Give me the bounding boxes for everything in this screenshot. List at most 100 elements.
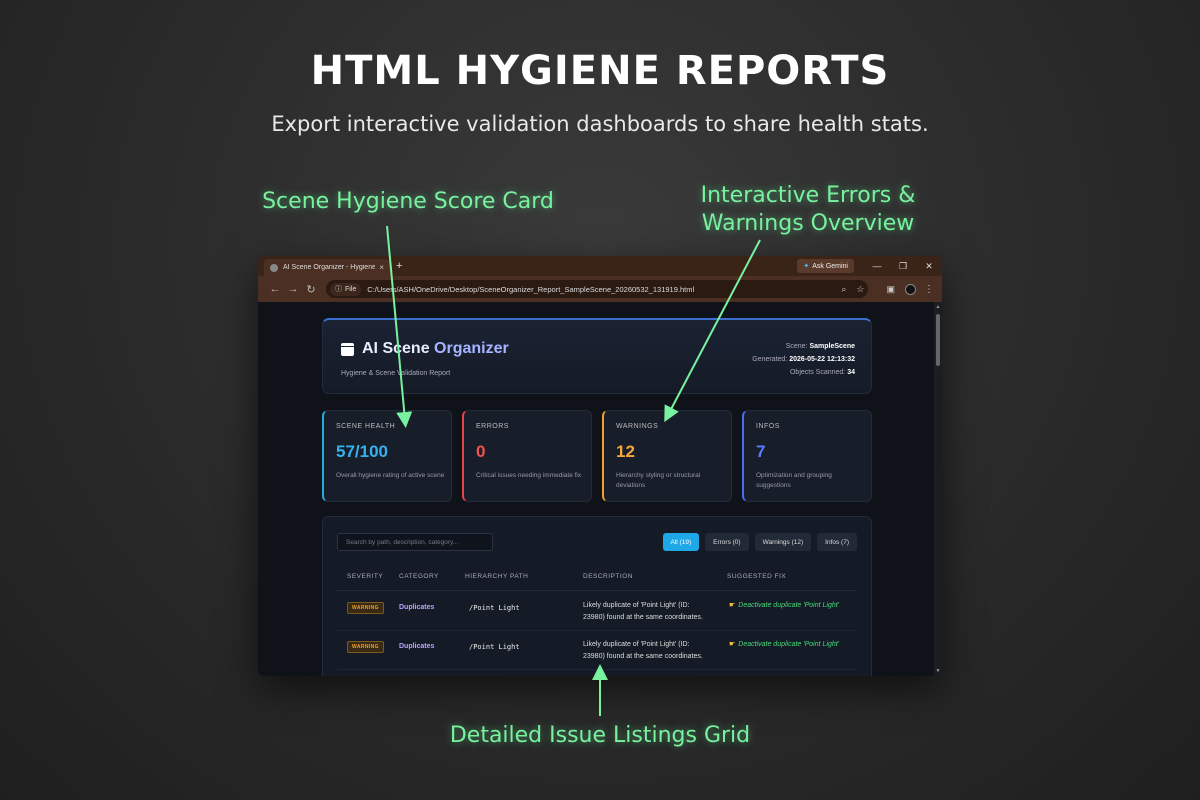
scroll-down-icon[interactable]: ▼ bbox=[934, 668, 942, 674]
new-tab-button[interactable]: + bbox=[396, 260, 402, 272]
file-chip[interactable]: ⓘ File bbox=[330, 282, 362, 296]
severity-badge: WARNING bbox=[347, 602, 384, 614]
search-input[interactable] bbox=[337, 533, 493, 551]
file-chip-label: File bbox=[345, 285, 357, 293]
callout-errors-line1: Interactive Errors & bbox=[700, 183, 916, 208]
gemini-icon: ✦ bbox=[803, 263, 810, 270]
generated-value: 2026-05-22 12:13:32 bbox=[789, 356, 855, 363]
page-scrollbar[interactable]: ▲ ▼ bbox=[934, 302, 942, 676]
stat-desc: Overall hygiene rating of active scene bbox=[336, 472, 445, 479]
back-icon[interactable]: ← bbox=[266, 283, 284, 295]
profile-icon[interactable] bbox=[905, 283, 916, 295]
column-description[interactable]: DESCRIPTION bbox=[583, 573, 633, 580]
issue-description-line2: 23980) found at the same coordinates. bbox=[583, 653, 703, 660]
stat-value: 12 bbox=[616, 442, 635, 461]
page-viewport: AI Scene Organizer Hygiene & Scene Valid… bbox=[258, 302, 942, 676]
zoom-icon[interactable]: ⌕ bbox=[841, 284, 846, 295]
objects-value: 34 bbox=[847, 369, 855, 376]
brand-highlight: Organizer bbox=[434, 340, 509, 357]
sidepanel-icon[interactable]: ▣ bbox=[886, 284, 895, 295]
ask-gemini-label: Ask Gemini bbox=[812, 262, 848, 270]
stat-desc: Critical issues needing immediate fix bbox=[476, 472, 582, 479]
category-link[interactable]: Duplicates bbox=[399, 643, 434, 650]
clapperboard-icon bbox=[341, 342, 354, 356]
issue-description: Likely duplicate of 'Point Light' (ID: 2… bbox=[583, 639, 723, 663]
filter-warnings-button[interactable]: Warnings (12) bbox=[754, 533, 812, 551]
suggested-fix-text: Deactivate duplicate 'Point Light' bbox=[738, 641, 840, 648]
minimize-icon[interactable]: — bbox=[864, 261, 890, 271]
stat-value: 0 bbox=[476, 442, 486, 461]
ask-gemini-button[interactable]: ✦ Ask Gemini bbox=[797, 259, 854, 273]
stat-value: 7 bbox=[756, 442, 766, 461]
browser-tab[interactable]: AI Scene Organizer - Hygiene Rep × bbox=[264, 259, 390, 276]
scene-label: Scene: bbox=[785, 343, 808, 350]
stat-label: WARNINGS bbox=[616, 423, 659, 430]
category-link[interactable]: Duplicates bbox=[399, 604, 434, 611]
filter-errors-button[interactable]: Errors (0) bbox=[705, 533, 749, 551]
stat-card-health: SCENE HEALTH 57/100 Overall hygiene rati… bbox=[322, 410, 452, 502]
pointing-hand-icon: ☛ bbox=[729, 602, 736, 609]
filter-bar: All (19) Errors (0) Warnings (12) Infos … bbox=[657, 533, 857, 551]
filter-all-button[interactable]: All (19) bbox=[662, 533, 700, 551]
hierarchy-path: /Point Light bbox=[469, 643, 520, 651]
column-fix[interactable]: SUGGESTED FIX bbox=[727, 573, 786, 580]
stat-label: ERRORS bbox=[476, 423, 509, 430]
objects-label: Objects Scanned: bbox=[789, 369, 846, 376]
callout-issue-grid: Detailed Issue Listings Grid bbox=[449, 723, 751, 748]
url-text: C:/Users/ASH/OneDrive/Desktop/SceneOrgan… bbox=[367, 284, 695, 294]
scrollbar-thumb[interactable] bbox=[936, 314, 940, 366]
stat-desc: Hierarchy styling or structural deviatio… bbox=[616, 471, 756, 491]
stat-card-warnings: WARNINGS 12 Hierarchy styling or structu… bbox=[602, 410, 732, 502]
stat-value: 57/100 bbox=[336, 442, 388, 461]
generated-label: Generated: bbox=[752, 356, 788, 363]
column-category[interactable]: CATEGORY bbox=[399, 573, 439, 580]
issue-description-line1: Likely duplicate of 'Point Light' (ID: bbox=[583, 602, 690, 609]
table-row[interactable]: WARNING Duplicates /Point Light Likely d… bbox=[337, 632, 857, 670]
browser-window: AI Scene Organizer - Hygiene Rep × + ✦ A… bbox=[258, 256, 942, 676]
issue-description: Likely duplicate of 'Point Light' (ID: 2… bbox=[583, 600, 723, 624]
stat-desc-line2: deviations bbox=[616, 482, 646, 489]
table-header: SEVERITY CATEGORY HIERARCHY PATH DESCRIP… bbox=[337, 573, 857, 591]
issues-table-card: All (19) Errors (0) Warnings (12) Infos … bbox=[322, 516, 872, 676]
stat-desc-line2: suggestions bbox=[756, 482, 791, 489]
reload-icon[interactable]: ↻ bbox=[302, 283, 320, 296]
favicon-icon bbox=[270, 263, 278, 272]
suggested-fix[interactable]: ☛ Deactivate duplicate 'Point Light' bbox=[729, 640, 839, 648]
report-meta: Scene: SampleScene Generated: 2026-05-22… bbox=[752, 340, 855, 379]
column-path[interactable]: HIERARCHY PATH bbox=[465, 573, 528, 580]
maximize-icon[interactable]: ❐ bbox=[890, 261, 916, 272]
address-bar: ← → ↻ ⓘ File C:/Users/ASH/OneDrive/Deskt… bbox=[258, 276, 942, 302]
hierarchy-path: /Point Light bbox=[469, 604, 520, 612]
issue-description-line1: Likely duplicate of 'Point Light' (ID: bbox=[583, 641, 690, 648]
stat-label: SCENE HEALTH bbox=[336, 423, 396, 430]
column-severity[interactable]: SEVERITY bbox=[347, 573, 383, 580]
filter-infos-button[interactable]: Infos (7) bbox=[817, 533, 857, 551]
close-tab-icon[interactable]: × bbox=[379, 263, 384, 272]
menu-icon[interactable]: ⋮ bbox=[924, 284, 934, 295]
url-field[interactable]: ⓘ File C:/Users/ASH/OneDrive/Desktop/Sce… bbox=[326, 280, 869, 298]
stat-card-infos: INFOS 7 Optimization and grouping sugges… bbox=[742, 410, 872, 502]
stat-card-errors: ERRORS 0 Critical issues needing immedia… bbox=[462, 410, 592, 502]
star-icon[interactable]: ☆ bbox=[856, 284, 864, 295]
table-row[interactable]: WARNING Duplicates /Point Light Likely d… bbox=[337, 593, 857, 631]
report-header: AI Scene Organizer Hygiene & Scene Valid… bbox=[322, 318, 872, 394]
callout-errors-line2: Warnings Overview bbox=[701, 211, 915, 236]
severity-badge: WARNING bbox=[347, 641, 384, 653]
scene-value: SampleScene bbox=[809, 343, 855, 350]
issue-description-line2: 23980) found at the same coordinates. bbox=[583, 614, 703, 621]
tab-title: AI Scene Organizer - Hygiene Rep bbox=[283, 264, 376, 271]
tab-strip: AI Scene Organizer - Hygiene Rep × + ✦ A… bbox=[258, 256, 942, 276]
report-tagline: Hygiene & Scene Validation Report bbox=[341, 370, 451, 377]
brand-prefix: AI Scene bbox=[362, 340, 435, 357]
info-icon: ⓘ bbox=[335, 286, 342, 293]
hero-subtitle: Export interactive validation dashboards… bbox=[271, 112, 929, 136]
forward-icon[interactable]: → bbox=[284, 283, 302, 295]
suggested-fix-text: Deactivate duplicate 'Point Light' bbox=[738, 602, 840, 609]
stat-desc-line1: Hierarchy styling or structural bbox=[616, 472, 701, 479]
scroll-up-icon[interactable]: ▲ bbox=[934, 304, 942, 310]
callout-score-card: Scene Hygiene Score Card bbox=[262, 189, 554, 214]
close-window-icon[interactable]: ✕ bbox=[916, 261, 942, 272]
hero-title: HTML HYGIENE REPORTS bbox=[310, 48, 890, 94]
suggested-fix[interactable]: ☛ Deactivate duplicate 'Point Light' bbox=[729, 601, 839, 609]
stat-desc-line1: Optimization and grouping bbox=[756, 472, 832, 479]
